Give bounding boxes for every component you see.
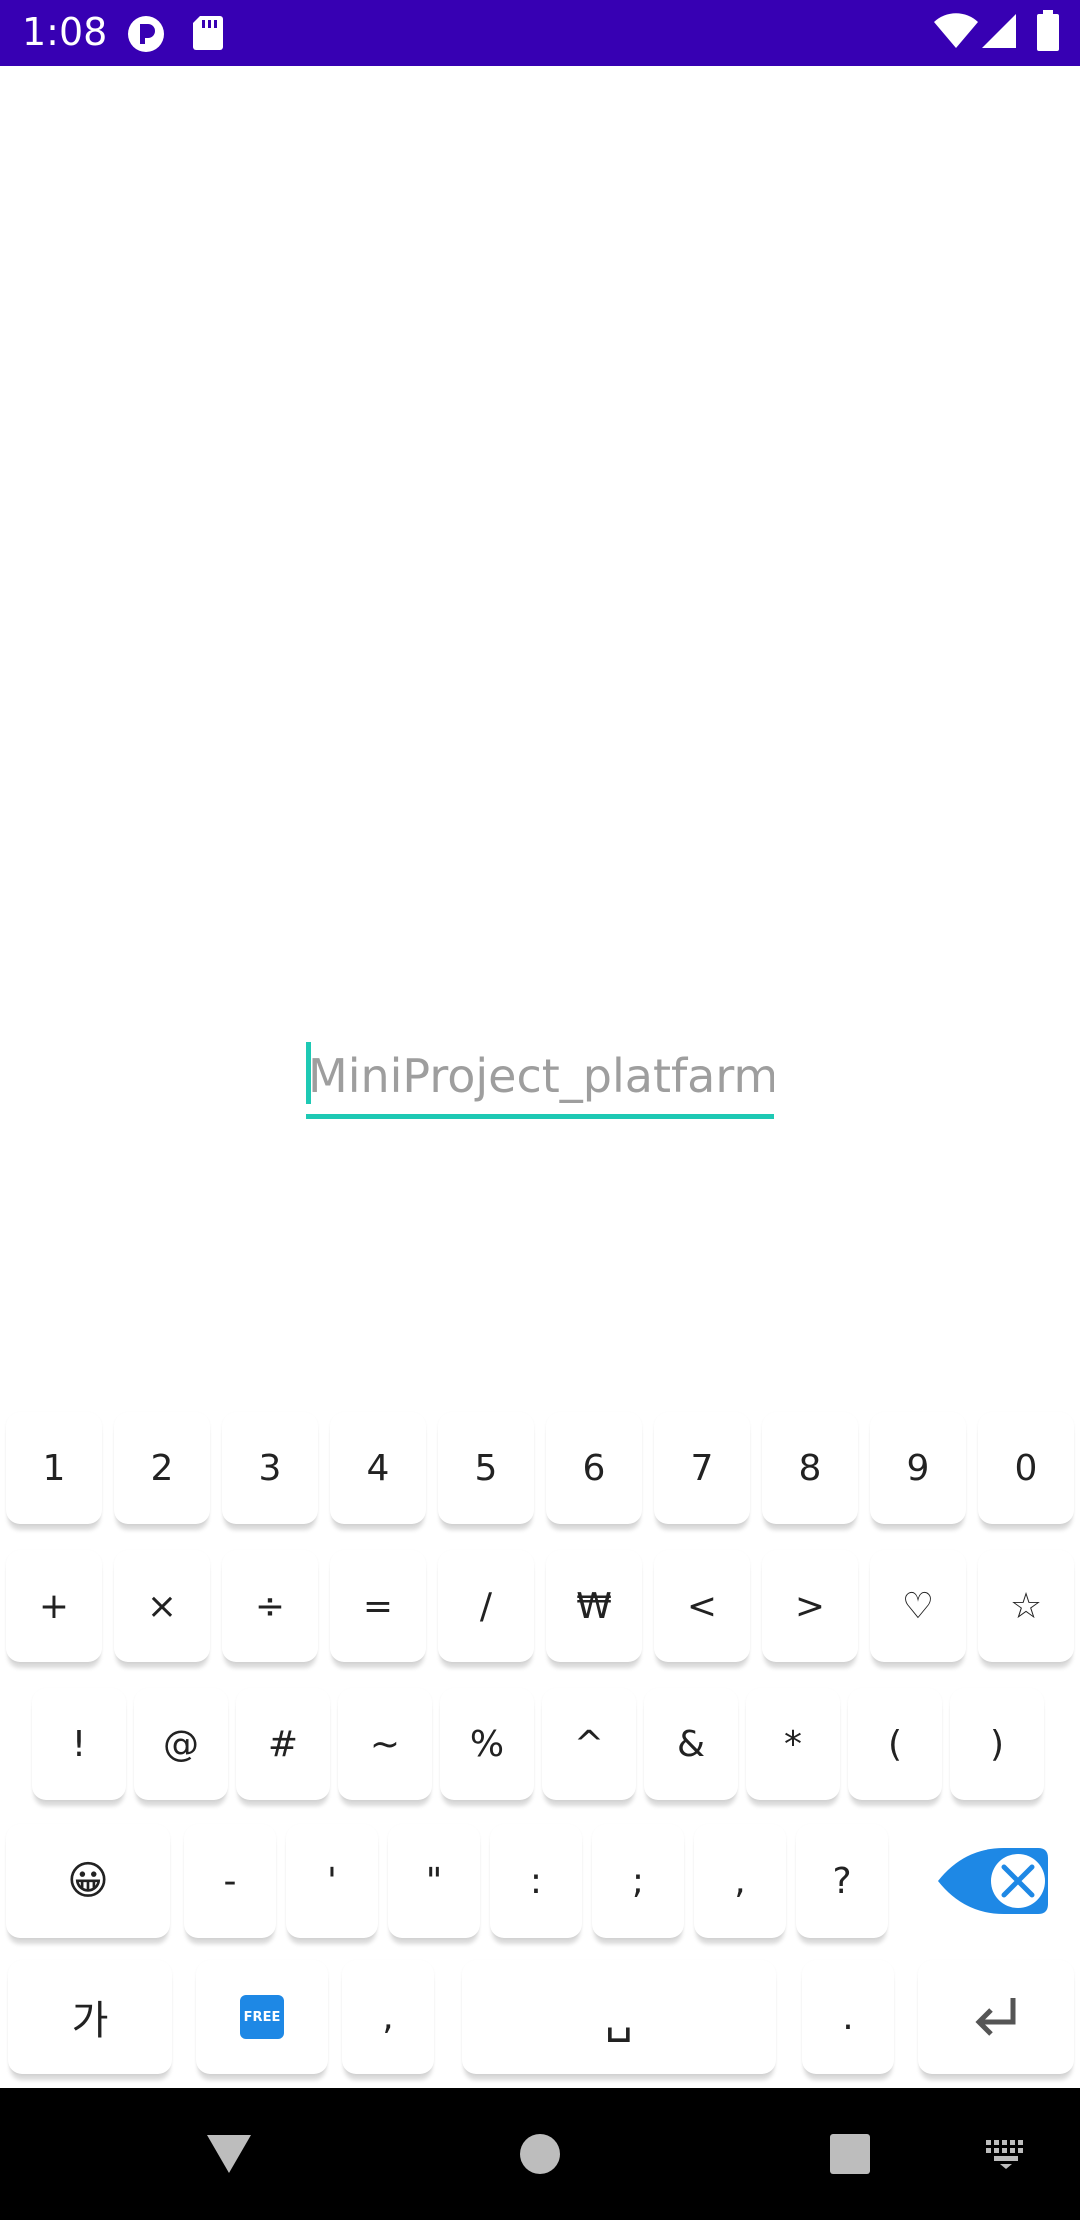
back-icon — [207, 2135, 251, 2173]
emoji-icon: 😀 — [67, 1858, 109, 1904]
key-question[interactable]: ? — [796, 1824, 888, 1938]
wifi-icon — [934, 12, 978, 55]
key-space[interactable]: ␣ — [462, 1960, 776, 2074]
key-1[interactable]: 1 — [6, 1412, 102, 1524]
status-time: 1:08 — [22, 10, 108, 54]
key-6[interactable]: 6 — [546, 1412, 642, 1524]
key-exclamation[interactable]: ! — [32, 1688, 126, 1800]
key-semicolon[interactable]: ; — [592, 1824, 684, 1938]
key-backspace[interactable] — [912, 1824, 1076, 1938]
screen: 1:08 1 2 3 4 5 6 7 8 — [0, 0, 1080, 2220]
enter-icon — [975, 1998, 1016, 2036]
key-comma[interactable]: , — [694, 1824, 786, 1938]
navigation-bar — [0, 2088, 1080, 2220]
text-field-underline — [306, 1114, 774, 1119]
sd-card-icon — [192, 14, 224, 57]
key-apostrophe[interactable]: ' — [286, 1824, 378, 1938]
key-multiply[interactable]: × — [114, 1550, 210, 1662]
key-quote[interactable]: " — [388, 1824, 480, 1938]
app-notification-icon — [126, 14, 166, 59]
recents-button[interactable] — [808, 2088, 892, 2220]
key-emoji[interactable]: 😀 — [6, 1824, 170, 1938]
key-5[interactable]: 5 — [438, 1412, 534, 1524]
key-free[interactable]: FREE — [196, 1960, 328, 2074]
key-4[interactable]: 4 — [330, 1412, 426, 1524]
key-plus[interactable]: + — [6, 1550, 102, 1662]
home-button[interactable] — [498, 2088, 582, 2220]
text-caret — [306, 1042, 311, 1104]
key-divide[interactable]: ÷ — [222, 1550, 318, 1662]
key-at[interactable]: @ — [134, 1688, 228, 1800]
key-language-switch[interactable]: 가 — [8, 1960, 172, 2074]
status-bar: 1:08 — [0, 0, 1080, 66]
recents-icon — [830, 2134, 870, 2174]
key-less-than[interactable]: < — [654, 1550, 750, 1662]
key-open-paren[interactable]: ( — [848, 1688, 942, 1800]
key-7[interactable]: 7 — [654, 1412, 750, 1524]
key-hyphen[interactable]: - — [184, 1824, 276, 1938]
free-badge-icon: FREE — [240, 1995, 284, 2039]
back-button[interactable] — [186, 2088, 272, 2220]
key-close-paren[interactable]: ) — [950, 1688, 1044, 1800]
key-percent[interactable]: % — [440, 1688, 534, 1800]
home-icon — [520, 2134, 560, 2174]
keyboard-switch-icon — [986, 2140, 1023, 2169]
key-equals[interactable]: = — [330, 1550, 426, 1662]
backspace-icon — [938, 1848, 1048, 1914]
battery-icon — [1036, 10, 1060, 57]
key-asterisk[interactable]: * — [746, 1688, 840, 1800]
key-3[interactable]: 3 — [222, 1412, 318, 1524]
symbol-keyboard: 1 2 3 4 5 6 7 8 9 0 + × ÷ = / ₩ < > ♡ ☆ … — [0, 1400, 1080, 2088]
key-heart[interactable]: ♡ — [870, 1550, 966, 1662]
key-colon[interactable]: : — [490, 1824, 582, 1938]
key-won[interactable]: ₩ — [546, 1550, 642, 1662]
key-2[interactable]: 2 — [114, 1412, 210, 1524]
key-star[interactable]: ☆ — [978, 1550, 1074, 1662]
key-0[interactable]: 0 — [978, 1412, 1074, 1524]
key-greater-than[interactable]: > — [762, 1550, 858, 1662]
space-icon: ␣ — [605, 1991, 633, 2043]
key-9[interactable]: 9 — [870, 1412, 966, 1524]
keyboard-switch-button[interactable] — [964, 2088, 1048, 2220]
key-8[interactable]: 8 — [762, 1412, 858, 1524]
key-bottom-comma[interactable]: , — [342, 1960, 434, 2074]
key-tilde[interactable]: ~ — [338, 1688, 432, 1800]
key-slash[interactable]: / — [438, 1550, 534, 1662]
text-field[interactable] — [306, 1036, 774, 1120]
key-ampersand[interactable]: & — [644, 1688, 738, 1800]
key-period[interactable]: . — [802, 1960, 894, 2074]
key-enter[interactable] — [918, 1960, 1074, 2074]
key-hash[interactable]: # — [236, 1688, 330, 1800]
text-input[interactable] — [306, 1036, 774, 1116]
key-caret[interactable]: ^ — [542, 1688, 636, 1800]
cell-signal-icon — [982, 12, 1018, 55]
